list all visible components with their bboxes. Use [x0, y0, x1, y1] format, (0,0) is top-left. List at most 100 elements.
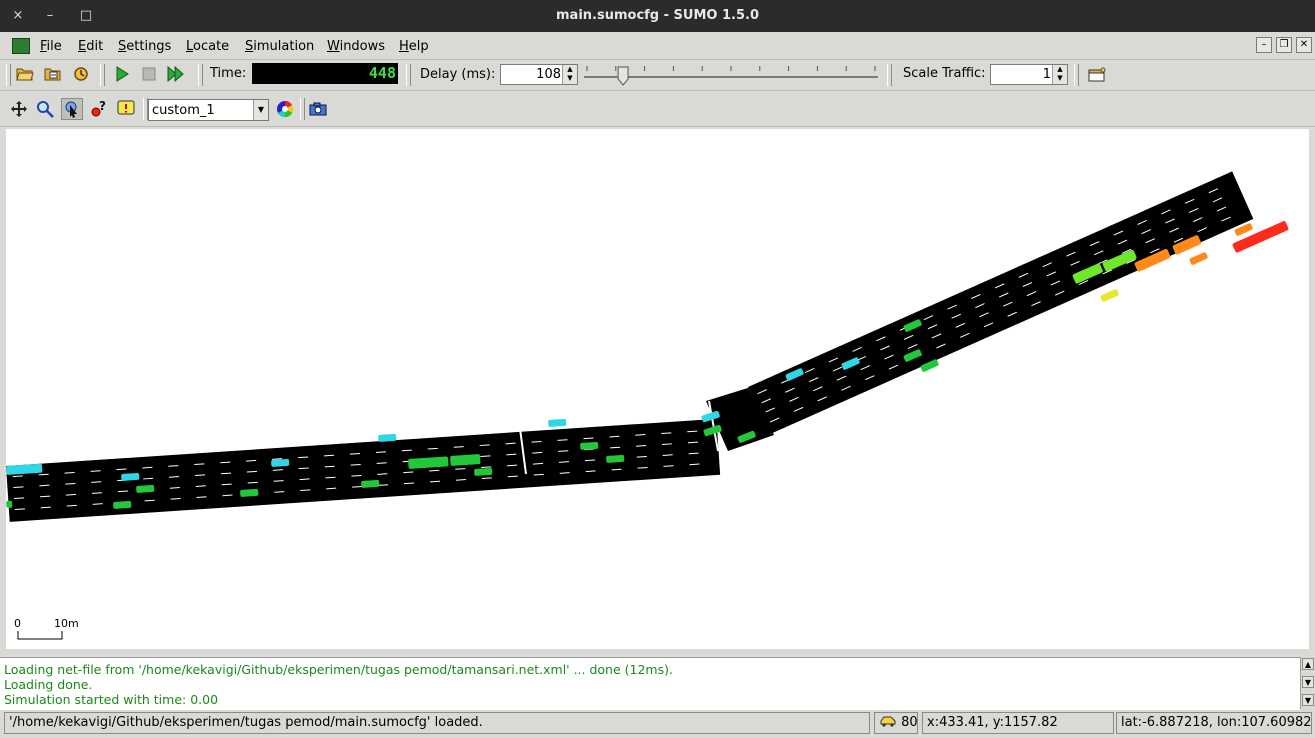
toolbar-grip[interactable] — [6, 64, 11, 86]
vehicle[interactable] — [361, 479, 380, 488]
tracker-button[interactable]: ? — [88, 98, 110, 120]
color-scheme-select[interactable]: custom_1 ▼ — [148, 99, 269, 121]
lane-marking — [117, 490, 128, 493]
message-log[interactable]: Loading net-file from '/home/kekavigi/Gi… — [0, 657, 1300, 710]
toolbar-grip[interactable] — [300, 98, 305, 120]
lane-marking — [64, 471, 75, 474]
vehicle[interactable] — [271, 458, 290, 467]
menu-locate[interactable]: Locate — [186, 39, 229, 54]
lane-marking — [142, 466, 153, 469]
menu-windows[interactable]: Windows — [327, 39, 385, 54]
lane-marking — [378, 484, 389, 486]
screenshot-button[interactable] — [307, 98, 329, 120]
lane-marking — [404, 482, 415, 485]
menu-simulation[interactable]: Simulation — [245, 39, 314, 54]
status-message: '/home/kekavigi/Github/eksperimen/tugas … — [4, 712, 870, 734]
scroll-down-icon[interactable]: ▼ — [1302, 676, 1314, 688]
lane-marking — [558, 450, 569, 452]
lane-marking — [196, 496, 207, 498]
lane-marking — [610, 446, 621, 449]
close-icon: ✕ — [1299, 39, 1309, 50]
lane-marking — [401, 449, 412, 452]
lane-marking — [609, 435, 620, 438]
vehicle[interactable] — [1100, 289, 1119, 303]
scale-traffic-label: Scale Traffic: — [903, 66, 986, 81]
locate-button[interactable] — [34, 98, 56, 120]
lane-marking — [12, 475, 23, 478]
menu-edit[interactable]: Edit — [78, 39, 103, 54]
lane-marking — [558, 461, 569, 463]
step-button[interactable] — [165, 63, 187, 85]
lane-marking — [66, 493, 77, 496]
vehicle[interactable] — [378, 433, 397, 442]
lane-marking — [584, 459, 595, 462]
vehicle[interactable] — [121, 472, 140, 481]
lane-marking — [299, 478, 310, 481]
lane-marking — [222, 494, 233, 497]
menu-file[interactable]: File — [40, 39, 62, 54]
run-button[interactable] — [111, 63, 133, 85]
simulation-canvas[interactable]: 0 10m — [6, 129, 1309, 649]
open-network-button[interactable] — [42, 63, 64, 85]
lane-marking — [661, 443, 673, 445]
vehicle[interactable] — [1232, 220, 1289, 253]
toolbar-grip[interactable] — [406, 64, 411, 86]
vehicle[interactable] — [240, 488, 259, 497]
lane-marking — [323, 454, 335, 457]
spinner-arrows-icon[interactable]: ▲ ▼ — [1052, 65, 1067, 84]
scale-end-label: 10m — [54, 617, 79, 630]
road-segment-west — [6, 418, 721, 522]
chevron-down-icon[interactable]: ▼ — [253, 100, 268, 120]
vehicle[interactable] — [136, 484, 155, 493]
mdi-minimize-button[interactable]: – — [1256, 37, 1272, 53]
recenter-view-button[interactable] — [8, 98, 30, 120]
scroll-up-icon[interactable]: ▲ — [1302, 658, 1314, 670]
toolbar-grip[interactable] — [887, 64, 892, 86]
lane-marking — [91, 481, 102, 483]
log-scrollbar[interactable]: ▲ ▼ ▼ — [1300, 657, 1315, 709]
new-view-button[interactable] — [1086, 64, 1108, 86]
vehicle[interactable] — [580, 441, 599, 450]
lane-marking — [688, 452, 699, 455]
menu-help[interactable]: Help — [399, 39, 429, 54]
lane-marking — [65, 482, 76, 485]
lane-marking — [479, 444, 490, 447]
scroll-down-icon[interactable]: ▼ — [1302, 694, 1314, 706]
vehicle[interactable] — [6, 500, 13, 508]
delay-slider[interactable] — [582, 64, 880, 86]
toolbar-grip[interactable] — [100, 64, 105, 86]
time-display: 448 — [252, 63, 398, 84]
toolbar-grip[interactable] — [198, 64, 203, 86]
lane-marking — [170, 498, 181, 500]
menu-settings[interactable]: Settings — [118, 39, 171, 54]
lane-marking — [272, 469, 283, 471]
lane-marking — [403, 471, 414, 474]
restore-icon: ❐ — [1279, 39, 1289, 50]
toolbar-grip[interactable] — [1074, 64, 1079, 86]
vehicle[interactable] — [1189, 252, 1208, 266]
vehicle[interactable] — [548, 418, 567, 427]
vehicle[interactable] — [474, 467, 493, 476]
select-mode-button[interactable] — [61, 98, 83, 120]
stop-button[interactable] — [138, 63, 160, 85]
sumo-app-icon[interactable] — [12, 38, 30, 54]
scale-traffic-spinner[interactable]: 1 ▲ ▼ — [990, 64, 1068, 85]
hint-button[interactable] — [115, 98, 137, 120]
vehicle[interactable] — [113, 500, 132, 509]
lane-marking — [455, 468, 466, 470]
vehicle[interactable] — [606, 454, 625, 463]
lane-marking — [221, 483, 232, 486]
lane-marking — [349, 453, 360, 455]
lane-marking — [298, 467, 309, 470]
mdi-restore-button[interactable]: ❐ — [1276, 37, 1292, 53]
mdi-close-button[interactable]: ✕ — [1296, 37, 1312, 53]
spinner-arrows-icon[interactable]: ▲ ▼ — [562, 65, 577, 84]
delay-spinner[interactable]: 108 ▲ ▼ — [500, 64, 578, 85]
lane-marking — [635, 434, 646, 436]
open-config-button[interactable] — [14, 63, 36, 85]
edit-coloring-button[interactable] — [274, 98, 296, 120]
lane-marking — [195, 485, 206, 487]
lane-marking — [247, 481, 258, 484]
reload-button[interactable] — [70, 63, 92, 85]
vehicle[interactable] — [450, 454, 481, 466]
